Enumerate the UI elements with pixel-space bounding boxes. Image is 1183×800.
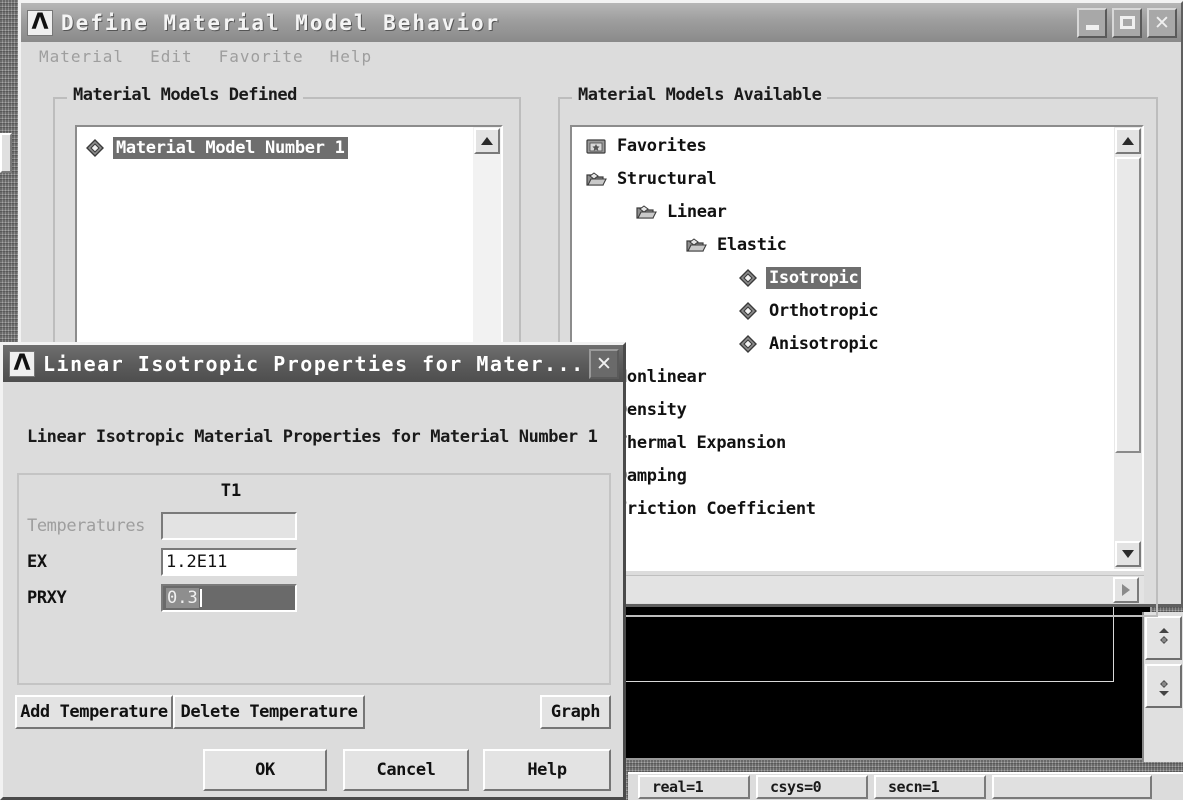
ansys-logo-icon: Λ <box>27 9 53 36</box>
material-models-defined-title: Material Models Defined <box>67 85 303 105</box>
tree-item-friction-coefficient[interactable]: Friction Coefficient <box>572 492 1112 525</box>
scroll-down-button[interactable] <box>1115 541 1141 567</box>
scroll-right-button[interactable] <box>1113 576 1139 603</box>
tree-item-orthotropic[interactable]: Orthotropic <box>572 294 1112 327</box>
tree-item-favorites[interactable]: Favorites <box>572 129 1112 162</box>
add-temperature-button[interactable]: Add Temperature <box>15 695 173 729</box>
material-models-available-title: Material Models Available <box>572 85 828 105</box>
properties-table: T1 Temperatures EX 1.2E11 PRXY 0.3 <box>17 473 611 685</box>
column-header-t1: T1 <box>220 481 242 501</box>
material-models-available-tree[interactable]: Favorites Structural Linear Elastic Isot… <box>570 125 1144 571</box>
tree-item-label: Linear <box>667 201 727 222</box>
tree-item-label: Elastic <box>717 234 787 255</box>
close-icon[interactable]: ✕ <box>589 348 619 379</box>
cancel-button[interactable]: Cancel <box>343 749 469 791</box>
property-label: Temperatures <box>27 516 146 536</box>
status-cell-secn: secn=1 <box>874 775 986 799</box>
status-cell-real: real=1 <box>638 775 750 799</box>
tree-items-container: Favorites Structural Linear Elastic Isot… <box>572 127 1112 569</box>
prxy-input[interactable]: 0.3 <box>161 584 297 612</box>
status-cell-empty <box>992 775 1152 799</box>
property-label: EX <box>27 552 47 572</box>
tree-item-label: Anisotropic <box>769 333 879 354</box>
ansys-logo-icon: Λ <box>9 350 35 377</box>
close-button[interactable]: ✕ <box>1147 7 1177 38</box>
tree-item-label: Thermal Expansion <box>617 432 786 453</box>
tree-item-elastic[interactable]: Elastic <box>572 228 1112 261</box>
scroll-up-button[interactable] <box>474 128 500 154</box>
delete-temperature-button[interactable]: Delete Temperature <box>173 695 365 729</box>
folder-open-icon <box>684 236 708 254</box>
tree-item-label: Friction Coefficient <box>617 498 816 519</box>
scroll-thumb[interactable] <box>1115 157 1141 453</box>
minimize-button[interactable] <box>1077 7 1107 38</box>
tree-item-label: Isotropic <box>766 266 862 289</box>
tree-item-linear[interactable]: Linear <box>572 195 1112 228</box>
define-window-title: Define Material Model Behavior <box>61 10 501 35</box>
tree-item-label: Favorites <box>617 135 707 156</box>
tree-item-anisotropic[interactable]: Anisotropic <box>572 327 1112 360</box>
background-window-sliver <box>0 133 12 173</box>
maximize-button[interactable] <box>1112 7 1142 38</box>
tree-item-thermal-expansion[interactable]: Thermal Expansion <box>572 426 1112 459</box>
property-row-ex: EX 1.2E11 <box>27 547 617 577</box>
help-button[interactable]: Help <box>483 749 611 791</box>
status-cell-csys: csys=0 <box>756 775 868 799</box>
dialog-title: Linear Isotropic Properties for Mater... <box>43 351 585 376</box>
tree-item-label: Nonlinear <box>617 366 707 387</box>
define-window-menubar: Material Edit Favorite Help <box>21 42 1181 70</box>
tree-item-structural[interactable]: Structural <box>572 162 1112 195</box>
menu-favorite[interactable]: Favorite <box>219 47 304 66</box>
dialog-titlebar[interactable]: Λ Linear Isotropic Properties for Mater.… <box>3 345 623 382</box>
graphics-inner-frame <box>618 606 1114 682</box>
define-window-controls: ✕ <box>1077 7 1177 38</box>
available-tree-hscrollbar[interactable] <box>570 575 1144 603</box>
tree-item-density[interactable]: Density <box>572 393 1112 426</box>
menu-help[interactable]: Help <box>330 47 373 66</box>
tree-item-label: Orthotropic <box>769 300 879 321</box>
pan-zoom-up-icon[interactable] <box>1145 616 1182 660</box>
tree-item-damping[interactable]: Damping <box>572 459 1112 492</box>
diamond-icon <box>736 268 760 287</box>
pan-zoom-down-icon[interactable] <box>1145 664 1182 708</box>
list-item[interactable]: Material Model Number 1 <box>77 131 501 164</box>
diamond-icon <box>83 138 107 157</box>
menu-material[interactable]: Material <box>39 47 124 66</box>
scroll-up-button[interactable] <box>1115 128 1141 154</box>
tree-item-label: Structural <box>617 168 717 189</box>
graph-button[interactable]: Graph <box>540 695 611 729</box>
folder-open-icon <box>634 203 658 221</box>
folder-star-icon <box>584 137 608 155</box>
property-label: PRXY <box>27 588 67 608</box>
material-models-available-group: Material Models Available Favorites Stru… <box>558 85 1158 617</box>
side-toolbar <box>1142 612 1183 762</box>
list-item-label: Material Model Number 1 <box>113 136 348 159</box>
diamond-icon <box>736 334 760 353</box>
temperatures-input[interactable] <box>161 512 297 540</box>
linear-isotropic-properties-dialog: Λ Linear Isotropic Properties for Mater.… <box>0 342 626 800</box>
ex-input[interactable]: 1.2E11 <box>161 548 297 576</box>
dialog-heading: Linear Isotropic Material Properties for… <box>27 427 598 447</box>
graphics-viewport <box>612 600 1152 760</box>
tree-item-isotropic[interactable]: Isotropic <box>572 261 1112 294</box>
available-tree-vscrollbar[interactable] <box>1114 127 1142 569</box>
dialog-window-controls: ✕ <box>589 348 619 379</box>
property-row-temperatures: Temperatures <box>27 511 617 541</box>
define-window-titlebar[interactable]: Λ Define Material Model Behavior ✕ <box>21 3 1181 42</box>
menu-edit[interactable]: Edit <box>150 47 193 66</box>
status-bar: real=1 csys=0 secn=1 <box>628 772 1183 800</box>
folder-open-icon <box>584 170 608 188</box>
diamond-icon <box>736 301 760 320</box>
ok-button[interactable]: OK <box>203 749 327 791</box>
property-row-prxy: PRXY 0.3 <box>27 583 617 613</box>
tree-item-nonlinear[interactable]: Nonlinear <box>572 360 1112 393</box>
